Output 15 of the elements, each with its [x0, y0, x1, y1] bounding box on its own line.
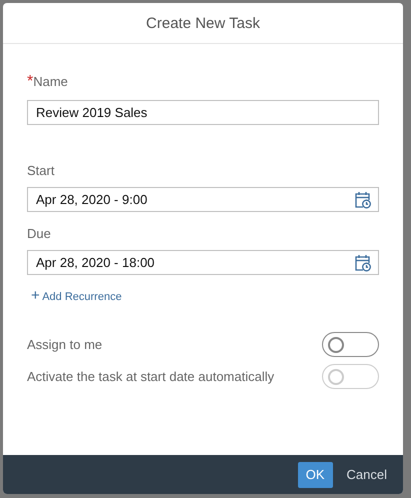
calendar-clock-icon[interactable]: [354, 190, 372, 208]
field-label: Due: [27, 226, 51, 241]
field-label: Name: [33, 74, 68, 89]
name-input-field[interactable]: Review 2019 Sales: [27, 100, 379, 125]
dialog-title: Create New Task: [146, 14, 260, 32]
required-asterisk: *: [27, 73, 34, 90]
switch-label: Activate the task at start date automatically: [27, 368, 274, 384]
calendar-clock-icon[interactable]: [354, 254, 372, 272]
switch-label: Assign to me: [27, 336, 102, 352]
date-time-field[interactable]: Apr 28, 2020 - 9:00: [27, 187, 379, 212]
cancel-button[interactable]: Cancel: [338, 462, 395, 488]
toggle-switch[interactable]: [322, 332, 379, 356]
field-label: Start: [27, 163, 54, 178]
date-time-field[interactable]: Apr 28, 2020 - 18:00: [27, 250, 379, 275]
add-recurrence-link[interactable]: + Add Recurrence: [31, 287, 122, 304]
